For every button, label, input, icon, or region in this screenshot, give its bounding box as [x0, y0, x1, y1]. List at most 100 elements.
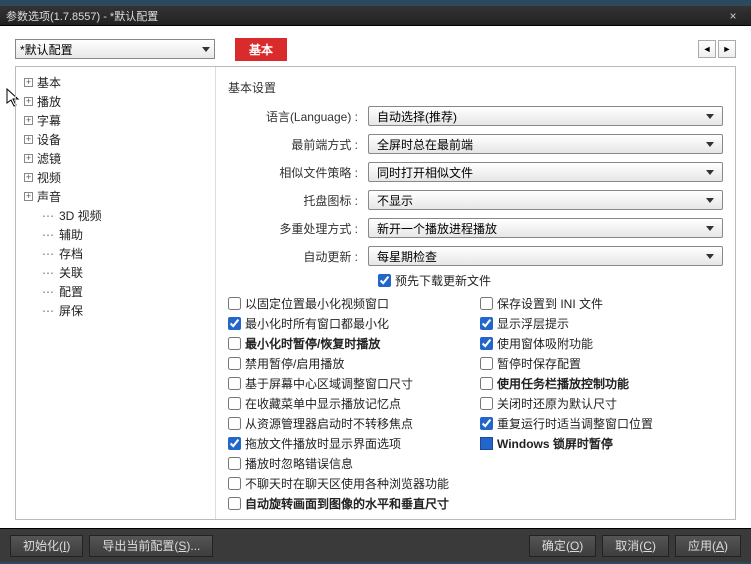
leaf-icon: ⋯: [42, 247, 55, 261]
option-label: Windows 锁屏时暂停: [497, 435, 613, 452]
pager-next-button[interactable]: ►: [718, 40, 736, 58]
option-checkbox[interactable]: 禁用暂停/启用播放: [228, 355, 468, 372]
option-checkbox[interactable]: 最小化时所有窗口都最小化: [228, 315, 468, 332]
checkbox-input[interactable]: [480, 377, 493, 390]
tree-item-label: 滤镜: [37, 150, 61, 167]
tray-select[interactable]: 不显示: [368, 190, 723, 210]
option-checkbox[interactable]: 保存设置到 INI 文件: [480, 295, 700, 312]
foremost-select[interactable]: 全屏时总在最前端: [368, 134, 723, 154]
chevron-down-icon: [706, 226, 714, 231]
tab-basic[interactable]: 基本: [235, 38, 287, 61]
similar-select[interactable]: 同时打开相似文件: [368, 162, 723, 182]
settings-panel: 基本设置 语言(Language) :自动选择(推荐) 最前端方式 :全屏时总在…: [216, 67, 735, 519]
checkbox-input[interactable]: [228, 377, 241, 390]
option-checkbox[interactable]: 最小化时暂停/恢复时播放: [228, 335, 468, 352]
precheck-checkbox[interactable]: 预先下载更新文件: [378, 272, 491, 289]
expand-icon[interactable]: +: [24, 97, 33, 106]
chevron-down-icon: [706, 198, 714, 203]
checkbox-input[interactable]: [228, 457, 241, 470]
option-checkbox[interactable]: 基于屏幕中心区域调整窗口尺寸: [228, 375, 468, 392]
checkbox-input[interactable]: [228, 297, 241, 310]
option-checkbox[interactable]: 自动旋转画面到图像的水平和垂直尺寸: [228, 495, 468, 512]
checkbox-input[interactable]: [228, 497, 241, 510]
export-button[interactable]: 导出当前配置(S)...: [89, 535, 213, 557]
expand-icon[interactable]: +: [24, 173, 33, 182]
tree-item[interactable]: +基本: [20, 73, 211, 92]
expand-icon[interactable]: +: [24, 192, 33, 201]
checkbox-input[interactable]: [480, 317, 493, 330]
profile-combo[interactable]: *默认配置: [15, 39, 215, 59]
leaf-icon: ⋯: [42, 228, 55, 242]
checkbox-input[interactable]: [228, 357, 241, 370]
option-checkbox[interactable]: 使用窗体吸附功能: [480, 335, 700, 352]
titlebar[interactable]: 参数选项(1.7.8557) - *默认配置 ×: [0, 6, 751, 26]
option-label: 不聊天时在聊天区使用各种浏览器功能: [245, 475, 449, 492]
tree-item-label: 声音: [37, 188, 61, 205]
checkbox-input[interactable]: [228, 417, 241, 430]
checkbox-input[interactable]: [480, 397, 493, 410]
option-checkbox[interactable]: 显示浮层提示: [480, 315, 700, 332]
init-button[interactable]: 初始化(I): [10, 535, 83, 557]
window-body: *默认配置 基本 ◄ ► +基本+播放+字幕+设备+滤镜+视频+声音⋯3D 视频…: [0, 26, 751, 562]
option-label: 基于屏幕中心区域调整窗口尺寸: [245, 375, 413, 392]
group-title: 基本设置: [228, 75, 723, 102]
checkbox-input[interactable]: [228, 477, 241, 490]
option-label: 暂停时保存配置: [497, 355, 581, 372]
update-select[interactable]: 每星期检查: [368, 246, 723, 266]
tree-item[interactable]: ⋯辅助: [20, 225, 211, 244]
option-checkbox[interactable]: 拖放文件播放时显示界面选项: [228, 435, 468, 452]
option-checkbox[interactable]: 暂停时保存配置: [480, 355, 700, 372]
expand-icon[interactable]: +: [24, 116, 33, 125]
expand-icon[interactable]: +: [24, 154, 33, 163]
option-checkbox[interactable]: 从资源管理器启动时不转移焦点: [228, 415, 468, 432]
tree-item[interactable]: + 滤镜: [20, 149, 211, 168]
update-label: 自动更新 :: [228, 248, 368, 265]
checkbox-input[interactable]: [480, 297, 493, 310]
multi-select[interactable]: 新开一个播放进程播放: [368, 218, 723, 238]
cancel-button[interactable]: 取消(C): [602, 535, 669, 557]
option-label: 使用窗体吸附功能: [497, 335, 593, 352]
tree-item[interactable]: ⋯3D 视频: [20, 206, 211, 225]
tree-item-label: 字幕: [37, 112, 61, 129]
tree-item[interactable]: +设备: [20, 130, 211, 149]
option-checkbox[interactable]: 使用任务栏播放控制功能: [480, 375, 700, 392]
pager-prev-button[interactable]: ◄: [698, 40, 716, 58]
checkbox-input[interactable]: [228, 397, 241, 410]
footer-bar: 初始化(I) 导出当前配置(S)... 确定(O) 取消(C) 应用(A): [0, 528, 751, 562]
tree-item-label: 配置: [59, 283, 83, 300]
tree-item[interactable]: + 字幕: [20, 111, 211, 130]
expand-icon[interactable]: +: [24, 78, 33, 87]
option-label: 播放时忽略错误信息: [245, 455, 353, 472]
category-tree[interactable]: +基本+播放+字幕+设备+滤镜+视频+声音⋯3D 视频⋯辅助⋯存档⋯关联⋯配置⋯…: [16, 67, 216, 519]
tree-item[interactable]: ⋯屏保: [20, 301, 211, 320]
chevron-down-icon: [706, 170, 714, 175]
option-checkbox[interactable]: Windows 锁屏时暂停: [480, 435, 700, 452]
checkbox-input[interactable]: [228, 437, 241, 450]
close-icon[interactable]: ×: [721, 8, 745, 24]
tree-item[interactable]: +视频: [20, 168, 211, 187]
checkbox-input[interactable]: [480, 357, 493, 370]
expand-icon[interactable]: +: [24, 135, 33, 144]
option-checkbox[interactable]: 重复运行时适当调整窗口位置: [480, 415, 700, 432]
tree-item[interactable]: + 声音: [20, 187, 211, 206]
options-grid: 以固定位置最小化视频窗口保存设置到 INI 文件最小化时所有窗口都最小化显示浮层…: [228, 295, 723, 512]
checkbox-input[interactable]: [228, 317, 241, 330]
tree-item[interactable]: ⋯存档: [20, 244, 211, 263]
option-label: 使用任务栏播放控制功能: [497, 375, 629, 392]
option-checkbox[interactable]: 以固定位置最小化视频窗口: [228, 295, 468, 312]
tree-item-label: 3D 视频: [59, 207, 102, 224]
tree-item[interactable]: ⋯配置: [20, 282, 211, 301]
checkbox-input[interactable]: [480, 417, 493, 430]
option-checkbox[interactable]: 关闭时还原为默认尺寸: [480, 395, 700, 412]
ok-button[interactable]: 确定(O): [529, 535, 596, 557]
option-checkbox[interactable]: 不聊天时在聊天区使用各种浏览器功能: [228, 475, 468, 492]
apply-button[interactable]: 应用(A): [675, 535, 741, 557]
tree-item[interactable]: +播放: [20, 92, 211, 111]
checkbox-input[interactable]: [480, 337, 493, 350]
option-checkbox[interactable]: 播放时忽略错误信息: [228, 455, 468, 472]
option-checkbox[interactable]: 在收藏菜单中显示播放记忆点: [228, 395, 468, 412]
language-select[interactable]: 自动选择(推荐): [368, 106, 723, 126]
language-label: 语言(Language) :: [228, 108, 368, 125]
tree-item[interactable]: ⋯关联: [20, 263, 211, 282]
checkbox-input[interactable]: [228, 337, 241, 350]
